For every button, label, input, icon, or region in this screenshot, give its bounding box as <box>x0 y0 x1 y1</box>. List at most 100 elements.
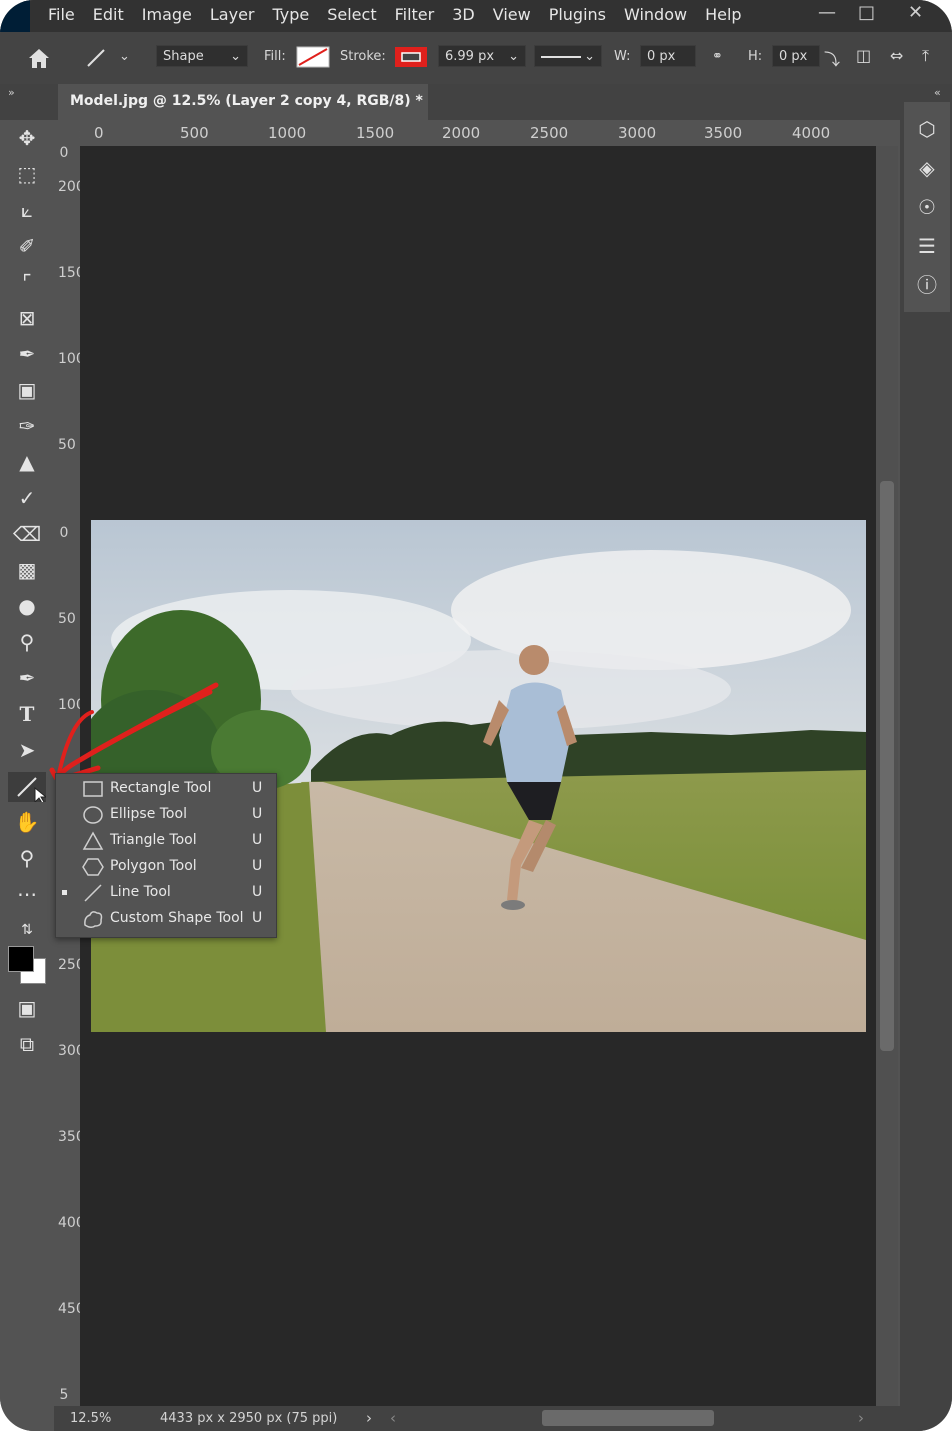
hand-tool-icon[interactable]: ✋ <box>12 807 42 837</box>
chevron-down-icon: ⌄ <box>584 49 595 64</box>
eyedropper-tool-icon[interactable]: ✒ <box>12 339 42 369</box>
scroll-right-icon[interactable]: › <box>858 1409 864 1427</box>
menu-edit[interactable]: Edit <box>93 5 124 24</box>
chevron-right-icon[interactable]: › <box>366 1409 372 1427</box>
more-tools-icon[interactable]: ⋯ <box>12 879 42 909</box>
zoom-tool-icon[interactable]: ⚲ <box>12 843 42 873</box>
share-icon[interactable]: ⤒ <box>922 46 929 66</box>
document-tab-title: Model.jpg @ 12.5% (Layer 2 copy 4, RGB/8… <box>70 93 423 109</box>
dodge-tool-icon[interactable]: ⚲ <box>12 627 42 657</box>
channels-panel-icon[interactable]: ☉ <box>912 192 942 222</box>
flyout-item-label: Line Tool <box>110 884 171 900</box>
flyout-item-triangle[interactable]: Triangle Tool U <box>56 828 276 854</box>
chevron-down-icon: ⌄ <box>508 49 519 64</box>
chevron-down-icon[interactable]: ⌄ <box>119 49 130 64</box>
link-icon[interactable]: ⚭ <box>712 49 723 64</box>
marquee-tool-icon[interactable]: ⬚ <box>12 159 42 189</box>
line-tool-preset-icon[interactable] <box>84 46 110 70</box>
history-brush-tool-icon[interactable]: ✓ <box>12 483 42 513</box>
screen-mode-icon[interactable]: ⧉ <box>12 1029 42 1059</box>
width-label: W: <box>614 49 631 64</box>
pen-tool-icon[interactable]: ✒ <box>12 663 42 693</box>
gradient-tool-icon[interactable]: ▩ <box>12 555 42 585</box>
vertical-scrollbar[interactable] <box>876 146 898 1406</box>
width-field[interactable]: 0 px <box>640 45 696 67</box>
document-tab[interactable]: Model.jpg @ 12.5% (Layer 2 copy 4, RGB/8… <box>58 84 428 143</box>
close-window-icon[interactable]: ✕ <box>908 2 923 23</box>
path-selection-tool-icon[interactable]: ➤ <box>12 735 42 765</box>
menu-plugins[interactable]: Plugins <box>549 5 606 24</box>
menu-filter[interactable]: Filter <box>395 5 435 24</box>
menu-select[interactable]: Select <box>327 5 376 24</box>
menu-type[interactable]: Type <box>272 5 309 24</box>
ruler-tick-label: 200 <box>58 179 85 195</box>
path-arrangement-icon[interactable]: ⇔ <box>890 46 903 65</box>
clone-stamp-tool-icon[interactable]: ▲ <box>12 447 42 477</box>
adjustments-panel-icon[interactable]: ☰ <box>912 231 942 261</box>
height-label: H: <box>748 49 763 64</box>
path-alignment-icon[interactable]: ◫ <box>856 46 871 65</box>
type-tool-icon[interactable]: T <box>12 699 42 729</box>
move-tool-icon[interactable]: ✥ <box>12 123 42 153</box>
height-value: 0 px <box>779 49 808 64</box>
ruler-tick-label: 350 <box>58 1129 85 1145</box>
vertical-scroll-thumb[interactable] <box>880 481 894 1051</box>
height-field[interactable]: 0 px <box>772 45 820 67</box>
flyout-item-label: Custom Shape Tool <box>110 910 244 926</box>
flyout-item-ellipse[interactable]: Ellipse Tool U <box>56 802 276 828</box>
flyout-item-line[interactable]: Line Tool U <box>56 880 276 906</box>
stroke-label: Stroke: <box>340 49 386 64</box>
shape-tool-flyout: Rectangle Tool U Ellipse Tool U Triangle… <box>55 773 277 938</box>
zoom-level[interactable]: 12.5% <box>70 1411 111 1426</box>
ruler-tick-label: 2500 <box>530 124 569 142</box>
ruler-tick-label: 150 <box>58 265 85 281</box>
flyout-item-polygon[interactable]: Polygon Tool U <box>56 854 276 880</box>
flyout-item-custom-shape[interactable]: Custom Shape Tool U <box>56 906 276 932</box>
menu-window[interactable]: Window <box>624 5 687 24</box>
path-operations-icon[interactable]: ⤵ <box>824 46 840 70</box>
stroke-type-select[interactable]: ⌄ <box>534 45 602 67</box>
swap-colors-icon[interactable]: ⇅ <box>12 915 42 945</box>
menu-file[interactable]: File <box>48 5 75 24</box>
menu-view[interactable]: View <box>493 5 531 24</box>
frame-tool-icon[interactable]: ⊠ <box>12 303 42 333</box>
eraser-tool-icon[interactable]: ⌫ <box>12 519 42 549</box>
photoshop-window: File Edit Image Layer Type Select Filter… <box>0 0 952 1431</box>
fill-swatch[interactable] <box>296 46 330 68</box>
blur-tool-icon[interactable]: ● <box>12 591 42 621</box>
scroll-left-icon[interactable]: ‹ <box>390 1409 396 1427</box>
layers-panel-icon[interactable]: ◈ <box>912 153 942 183</box>
quick-mask-icon[interactable]: ▣ <box>12 993 42 1023</box>
minimize-icon[interactable]: — <box>818 2 836 23</box>
brush-tool-icon[interactable]: ✑ <box>12 411 42 441</box>
menu-layer[interactable]: Layer <box>210 5 255 24</box>
foreground-color-swatch[interactable] <box>8 946 34 972</box>
home-icon[interactable] <box>26 46 52 70</box>
flyout-item-rectangle[interactable]: Rectangle Tool U <box>56 776 276 802</box>
crop-tool-icon[interactable]: ⌜ <box>12 267 42 297</box>
flyout-item-shortcut: U <box>252 806 263 822</box>
stroke-width-field[interactable]: 6.99 px ⌄ <box>438 45 526 67</box>
maximize-icon[interactable]: □ <box>858 2 875 23</box>
menu-3d[interactable]: 3D <box>452 5 475 24</box>
ruler-tick-label: 450 <box>58 1301 85 1317</box>
menu-help[interactable]: Help <box>705 5 741 24</box>
lasso-tool-icon[interactable]: ⟀ <box>12 195 42 225</box>
ruler-tick-label: 0 <box>59 525 69 541</box>
expand-toolbar-icon[interactable]: » <box>8 86 15 99</box>
spot-healing-tool-icon[interactable]: ▣ <box>12 375 42 405</box>
3d-panel-icon[interactable]: ⬡ <box>912 114 942 144</box>
info-panel-icon[interactable]: ⓘ <box>912 270 942 300</box>
menu-image[interactable]: Image <box>142 5 192 24</box>
status-bar: 12.5% 4433 px x 2950 px (75 ppi) › ‹ › <box>54 1406 900 1431</box>
shape-mode-select[interactable]: Shape ⌄ <box>156 45 248 67</box>
active-tool-indicator <box>62 890 67 895</box>
horizontal-scroll-thumb[interactable] <box>542 1410 714 1426</box>
ruler-tick-label: 3000 <box>618 124 657 142</box>
color-swatches[interactable] <box>8 946 46 984</box>
flyout-item-label: Polygon Tool <box>110 858 197 874</box>
quick-select-tool-icon[interactable]: ✐ <box>12 231 42 261</box>
stroke-swatch[interactable] <box>394 46 428 68</box>
collapse-panels-icon[interactable]: « <box>934 86 941 99</box>
ruler-tick-label: 500 <box>180 124 209 142</box>
